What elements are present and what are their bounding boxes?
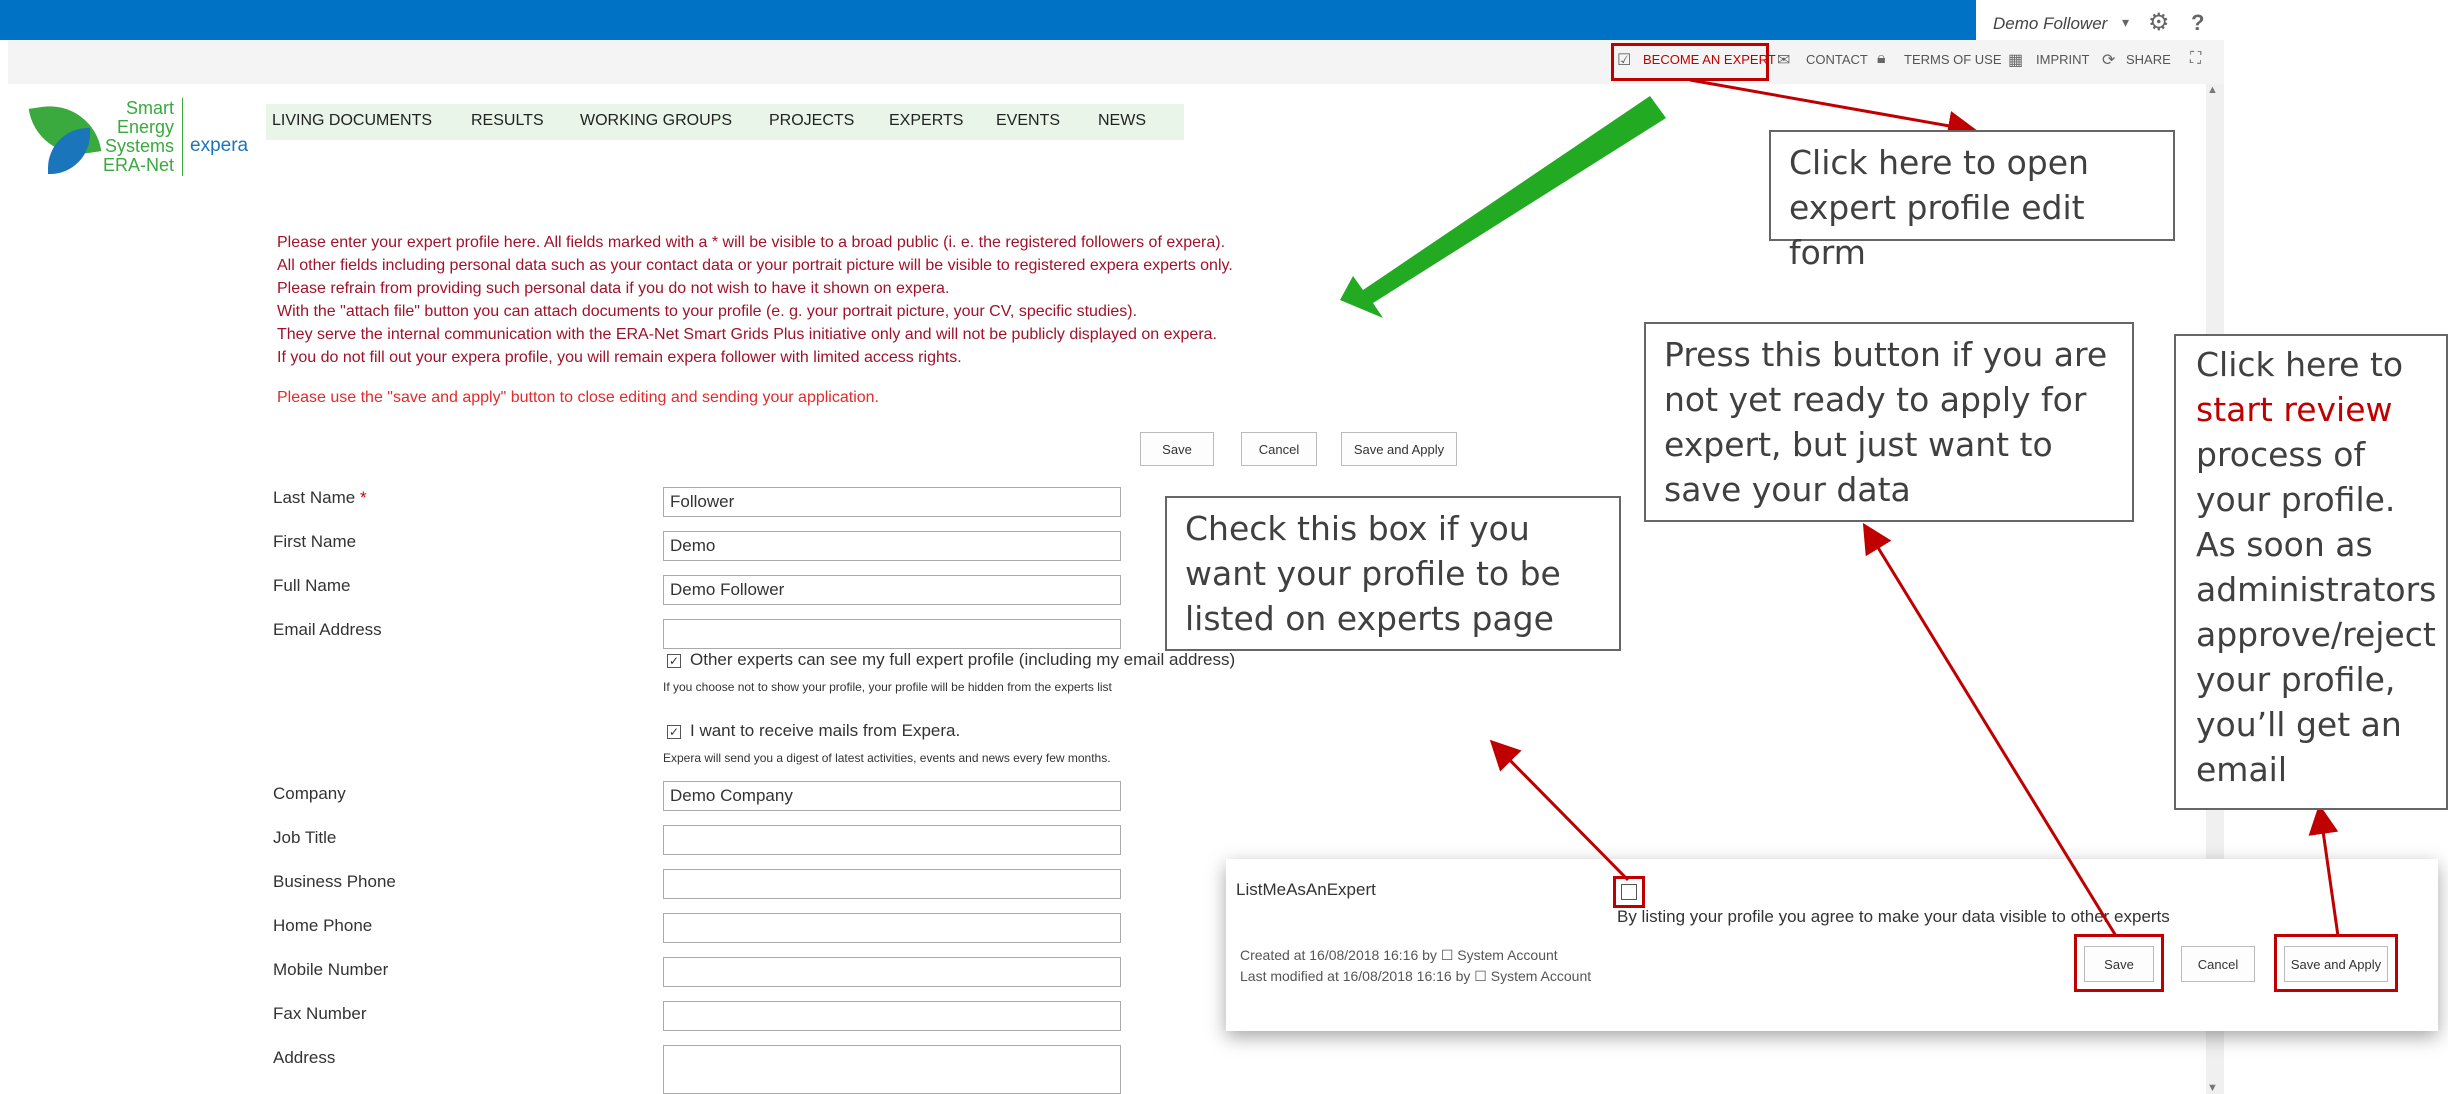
red-arrow-check-box (1489, 739, 1630, 882)
red-arrow-save-apply (2308, 804, 2340, 937)
callout-open-form: Click here to open expert profile edit f… (1769, 130, 2175, 272)
callout-check-box: Check this box if you want your profile … (1165, 496, 1621, 651)
start-review-highlight: start review (2196, 390, 2393, 429)
callout-start-review: Click here to start review process of yo… (2174, 334, 2448, 810)
red-arrow-save (1862, 522, 2118, 937)
green-arrow (1340, 96, 1666, 318)
callout-save-only: Press this button if you are not yet rea… (1644, 322, 2134, 522)
red-arrow-open-form (1689, 78, 1978, 141)
